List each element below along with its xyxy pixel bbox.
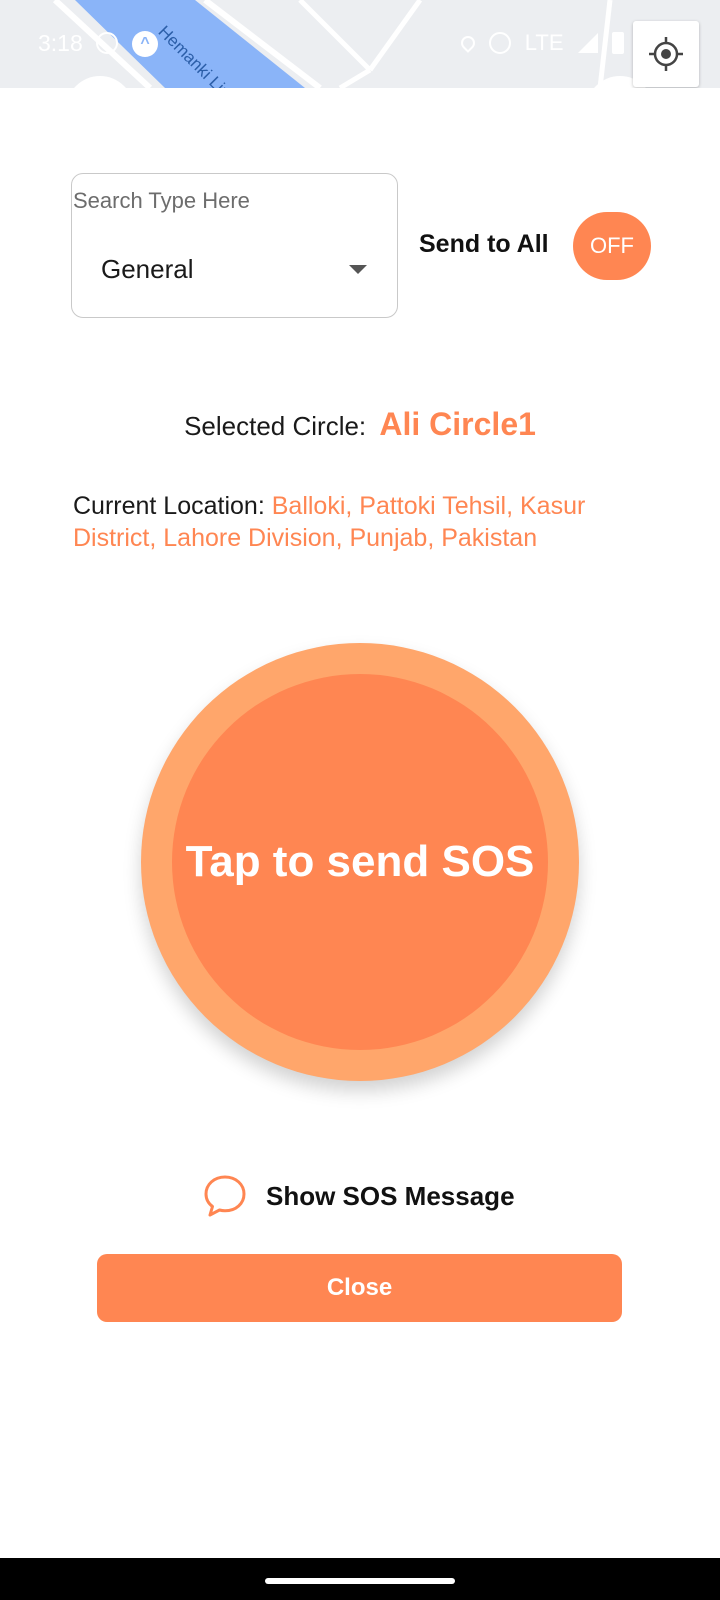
search-type-dropdown[interactable]: Search Type Here General <box>71 173 398 318</box>
network-label: LTE <box>524 30 564 55</box>
system-nav-bar <box>0 1558 720 1600</box>
close-button-label: Close <box>326 1274 393 1301</box>
status-bar: 3:18 ^ LTE 78 <box>0 0 720 88</box>
sos-button-label: Tap to send SOS <box>185 837 535 886</box>
status-icons: LTE 78 <box>457 30 662 56</box>
selected-circle-value: Ali Circle1 <box>379 406 536 442</box>
app-notification-icon: ^ <box>132 31 158 57</box>
signal-icon <box>577 33 598 53</box>
my-location-button[interactable] <box>633 21 699 87</box>
show-sos-message[interactable]: Show SOS Message <box>202 1171 515 1221</box>
current-location-label: Current Location: <box>73 492 265 520</box>
send-to-all-label: Send to All <box>419 230 549 258</box>
selected-circle: Selected Circle: Ali Circle1 <box>0 406 720 443</box>
sos-button-inner: Tap to send SOS <box>172 674 548 1050</box>
sos-sheet: Search Type Here General Send to All OFF… <box>0 88 720 1558</box>
chevron-down-icon <box>349 265 367 274</box>
search-type-value: General <box>101 254 194 284</box>
crosshair-icon <box>649 37 683 71</box>
current-location: Current Location: Balloki, Pattoki Tehsi… <box>73 490 663 554</box>
location-icon <box>457 33 478 53</box>
selected-circle-label: Selected Circle: <box>184 411 367 441</box>
toggle-state: OFF <box>590 233 634 258</box>
close-button[interactable]: Close <box>97 1254 622 1322</box>
send-to-all-toggle[interactable]: OFF <box>573 212 651 280</box>
hotspot-icon <box>488 32 511 54</box>
status-time: 3:18 <box>38 30 83 56</box>
home-indicator[interactable] <box>265 1578 455 1584</box>
search-type-placeholder: Search Type Here <box>73 188 250 213</box>
show-sos-message-label: Show SOS Message <box>266 1180 515 1211</box>
notification-icon <box>96 32 118 54</box>
chat-bubble-icon <box>204 1175 246 1217</box>
battery-icon <box>611 32 624 54</box>
sos-button[interactable]: Tap to send SOS <box>141 643 579 1081</box>
